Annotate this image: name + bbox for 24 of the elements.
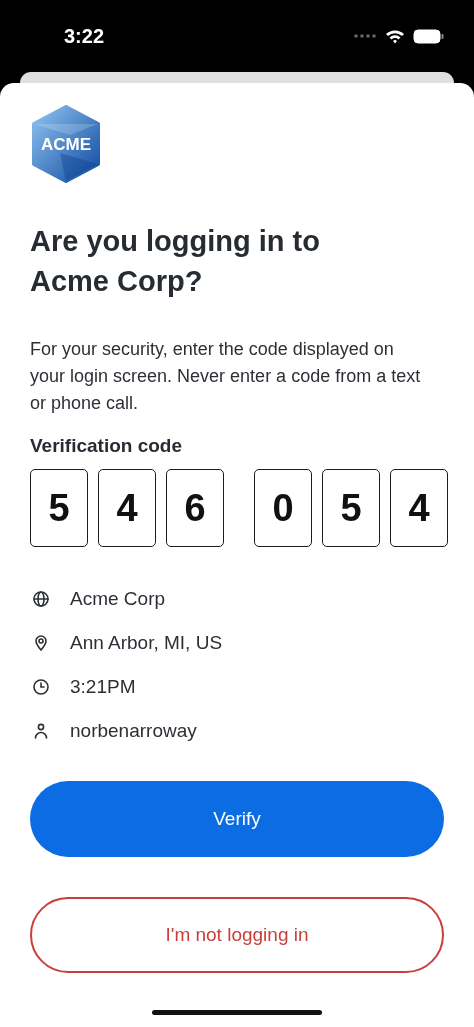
status-time: 3:22 [64,24,105,49]
code-digit-box: 4 [390,469,448,547]
signal-icon [353,33,377,39]
code-digit-box: 6 [166,469,224,547]
person-icon [32,722,50,740]
code-digit-box: 4 [98,469,156,547]
detail-text: Acme Corp [70,586,166,611]
battery-icon [413,28,444,44]
detail-text: norbenarroway [70,718,197,743]
detail-text: Ann Arbor, MI, US [70,630,223,655]
location-pin-icon [32,634,50,652]
clock-icon [32,678,50,696]
decline-button[interactable]: I'm not logging in [30,897,444,973]
verify-button[interactable]: Verify [30,781,444,857]
field-label: Verification code [30,434,184,458]
detail-text: 3:21PM [70,674,136,699]
wifi-icon [385,28,405,44]
globe-icon [32,590,50,608]
message: For your security, enter the code displayed on your login screen. Never enter a code from a text or phone call. [30,338,422,415]
code-digit-box: 5 [30,469,88,547]
code-digit-box: 5 [322,469,380,547]
code-digit-box: 0 [254,469,312,547]
title: Are you logging in to Acme Corp? [30,224,321,299]
logo: ACME [30,105,102,183]
